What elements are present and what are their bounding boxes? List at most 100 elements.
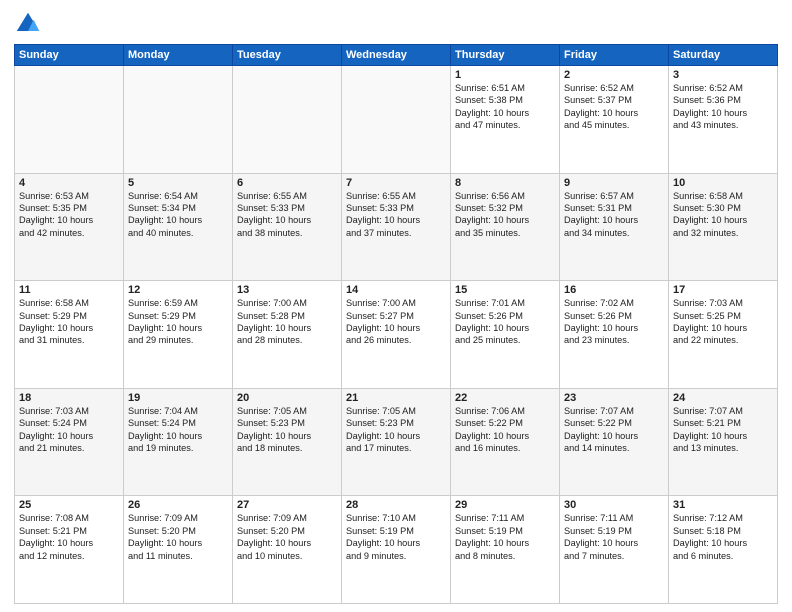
day-number: 12 — [128, 284, 228, 296]
day-header: Saturday — [669, 45, 778, 66]
day-info: Sunrise: 7:05 AM Sunset: 5:23 PM Dayligh… — [346, 405, 446, 455]
day-number: 2 — [564, 69, 664, 81]
day-header: Sunday — [15, 45, 124, 66]
day-info: Sunrise: 7:00 AM Sunset: 5:27 PM Dayligh… — [346, 297, 446, 347]
calendar-cell: 24Sunrise: 7:07 AM Sunset: 5:21 PM Dayli… — [669, 388, 778, 496]
day-header: Monday — [124, 45, 233, 66]
day-number: 8 — [455, 177, 555, 189]
day-number: 21 — [346, 392, 446, 404]
calendar-week-row: 1Sunrise: 6:51 AM Sunset: 5:38 PM Daylig… — [15, 66, 778, 174]
calendar-header-row: SundayMondayTuesdayWednesdayThursdayFrid… — [15, 45, 778, 66]
calendar-cell: 8Sunrise: 6:56 AM Sunset: 5:32 PM Daylig… — [451, 173, 560, 281]
logo-icon — [14, 10, 42, 38]
day-number: 26 — [128, 499, 228, 511]
day-number: 25 — [19, 499, 119, 511]
day-info: Sunrise: 7:01 AM Sunset: 5:26 PM Dayligh… — [455, 297, 555, 347]
day-number: 3 — [673, 69, 773, 81]
calendar-cell: 4Sunrise: 6:53 AM Sunset: 5:35 PM Daylig… — [15, 173, 124, 281]
day-info: Sunrise: 6:59 AM Sunset: 5:29 PM Dayligh… — [128, 297, 228, 347]
day-info: Sunrise: 6:52 AM Sunset: 5:36 PM Dayligh… — [673, 82, 773, 132]
day-number: 5 — [128, 177, 228, 189]
day-info: Sunrise: 7:12 AM Sunset: 5:18 PM Dayligh… — [673, 512, 773, 562]
day-number: 10 — [673, 177, 773, 189]
day-info: Sunrise: 6:58 AM Sunset: 5:29 PM Dayligh… — [19, 297, 119, 347]
calendar-cell: 17Sunrise: 7:03 AM Sunset: 5:25 PM Dayli… — [669, 281, 778, 389]
day-info: Sunrise: 6:54 AM Sunset: 5:34 PM Dayligh… — [128, 190, 228, 240]
day-number: 20 — [237, 392, 337, 404]
day-number: 18 — [19, 392, 119, 404]
calendar-week-row: 11Sunrise: 6:58 AM Sunset: 5:29 PM Dayli… — [15, 281, 778, 389]
day-info: Sunrise: 6:58 AM Sunset: 5:30 PM Dayligh… — [673, 190, 773, 240]
day-info: Sunrise: 6:53 AM Sunset: 5:35 PM Dayligh… — [19, 190, 119, 240]
day-header: Friday — [560, 45, 669, 66]
day-number: 27 — [237, 499, 337, 511]
calendar-cell: 16Sunrise: 7:02 AM Sunset: 5:26 PM Dayli… — [560, 281, 669, 389]
calendar-cell: 27Sunrise: 7:09 AM Sunset: 5:20 PM Dayli… — [233, 496, 342, 604]
calendar-cell: 1Sunrise: 6:51 AM Sunset: 5:38 PM Daylig… — [451, 66, 560, 174]
day-info: Sunrise: 7:11 AM Sunset: 5:19 PM Dayligh… — [455, 512, 555, 562]
day-number: 6 — [237, 177, 337, 189]
day-info: Sunrise: 7:06 AM Sunset: 5:22 PM Dayligh… — [455, 405, 555, 455]
calendar-cell: 20Sunrise: 7:05 AM Sunset: 5:23 PM Dayli… — [233, 388, 342, 496]
day-info: Sunrise: 7:00 AM Sunset: 5:28 PM Dayligh… — [237, 297, 337, 347]
day-header: Wednesday — [342, 45, 451, 66]
day-info: Sunrise: 7:10 AM Sunset: 5:19 PM Dayligh… — [346, 512, 446, 562]
day-info: Sunrise: 7:07 AM Sunset: 5:21 PM Dayligh… — [673, 405, 773, 455]
day-info: Sunrise: 6:57 AM Sunset: 5:31 PM Dayligh… — [564, 190, 664, 240]
calendar-cell: 11Sunrise: 6:58 AM Sunset: 5:29 PM Dayli… — [15, 281, 124, 389]
day-info: Sunrise: 7:04 AM Sunset: 5:24 PM Dayligh… — [128, 405, 228, 455]
calendar-cell: 30Sunrise: 7:11 AM Sunset: 5:19 PM Dayli… — [560, 496, 669, 604]
calendar-week-row: 4Sunrise: 6:53 AM Sunset: 5:35 PM Daylig… — [15, 173, 778, 281]
day-number: 23 — [564, 392, 664, 404]
calendar-cell: 25Sunrise: 7:08 AM Sunset: 5:21 PM Dayli… — [15, 496, 124, 604]
calendar-week-row: 25Sunrise: 7:08 AM Sunset: 5:21 PM Dayli… — [15, 496, 778, 604]
calendar-cell: 6Sunrise: 6:55 AM Sunset: 5:33 PM Daylig… — [233, 173, 342, 281]
day-number: 14 — [346, 284, 446, 296]
calendar-cell: 22Sunrise: 7:06 AM Sunset: 5:22 PM Dayli… — [451, 388, 560, 496]
calendar-cell — [342, 66, 451, 174]
calendar-cell — [15, 66, 124, 174]
day-info: Sunrise: 7:11 AM Sunset: 5:19 PM Dayligh… — [564, 512, 664, 562]
day-number: 22 — [455, 392, 555, 404]
calendar-cell: 18Sunrise: 7:03 AM Sunset: 5:24 PM Dayli… — [15, 388, 124, 496]
calendar-cell — [233, 66, 342, 174]
day-number: 31 — [673, 499, 773, 511]
calendar-cell: 5Sunrise: 6:54 AM Sunset: 5:34 PM Daylig… — [124, 173, 233, 281]
day-info: Sunrise: 6:56 AM Sunset: 5:32 PM Dayligh… — [455, 190, 555, 240]
day-header: Tuesday — [233, 45, 342, 66]
day-number: 19 — [128, 392, 228, 404]
calendar-cell: 12Sunrise: 6:59 AM Sunset: 5:29 PM Dayli… — [124, 281, 233, 389]
day-info: Sunrise: 7:02 AM Sunset: 5:26 PM Dayligh… — [564, 297, 664, 347]
day-number: 30 — [564, 499, 664, 511]
day-info: Sunrise: 7:09 AM Sunset: 5:20 PM Dayligh… — [237, 512, 337, 562]
page: SundayMondayTuesdayWednesdayThursdayFrid… — [0, 0, 792, 612]
header — [14, 10, 778, 38]
calendar-week-row: 18Sunrise: 7:03 AM Sunset: 5:24 PM Dayli… — [15, 388, 778, 496]
day-info: Sunrise: 7:03 AM Sunset: 5:25 PM Dayligh… — [673, 297, 773, 347]
day-info: Sunrise: 7:05 AM Sunset: 5:23 PM Dayligh… — [237, 405, 337, 455]
day-number: 29 — [455, 499, 555, 511]
calendar-cell — [124, 66, 233, 174]
calendar-cell: 9Sunrise: 6:57 AM Sunset: 5:31 PM Daylig… — [560, 173, 669, 281]
day-info: Sunrise: 6:55 AM Sunset: 5:33 PM Dayligh… — [346, 190, 446, 240]
day-info: Sunrise: 6:51 AM Sunset: 5:38 PM Dayligh… — [455, 82, 555, 132]
day-info: Sunrise: 7:07 AM Sunset: 5:22 PM Dayligh… — [564, 405, 664, 455]
calendar: SundayMondayTuesdayWednesdayThursdayFrid… — [14, 44, 778, 604]
logo — [14, 10, 44, 38]
day-number: 13 — [237, 284, 337, 296]
calendar-cell: 29Sunrise: 7:11 AM Sunset: 5:19 PM Dayli… — [451, 496, 560, 604]
day-number: 1 — [455, 69, 555, 81]
calendar-cell: 3Sunrise: 6:52 AM Sunset: 5:36 PM Daylig… — [669, 66, 778, 174]
day-number: 28 — [346, 499, 446, 511]
day-info: Sunrise: 7:09 AM Sunset: 5:20 PM Dayligh… — [128, 512, 228, 562]
day-number: 17 — [673, 284, 773, 296]
day-header: Thursday — [451, 45, 560, 66]
calendar-cell: 14Sunrise: 7:00 AM Sunset: 5:27 PM Dayli… — [342, 281, 451, 389]
calendar-cell: 7Sunrise: 6:55 AM Sunset: 5:33 PM Daylig… — [342, 173, 451, 281]
day-number: 7 — [346, 177, 446, 189]
calendar-cell: 13Sunrise: 7:00 AM Sunset: 5:28 PM Dayli… — [233, 281, 342, 389]
day-number: 15 — [455, 284, 555, 296]
calendar-cell: 23Sunrise: 7:07 AM Sunset: 5:22 PM Dayli… — [560, 388, 669, 496]
day-number: 9 — [564, 177, 664, 189]
day-info: Sunrise: 7:03 AM Sunset: 5:24 PM Dayligh… — [19, 405, 119, 455]
